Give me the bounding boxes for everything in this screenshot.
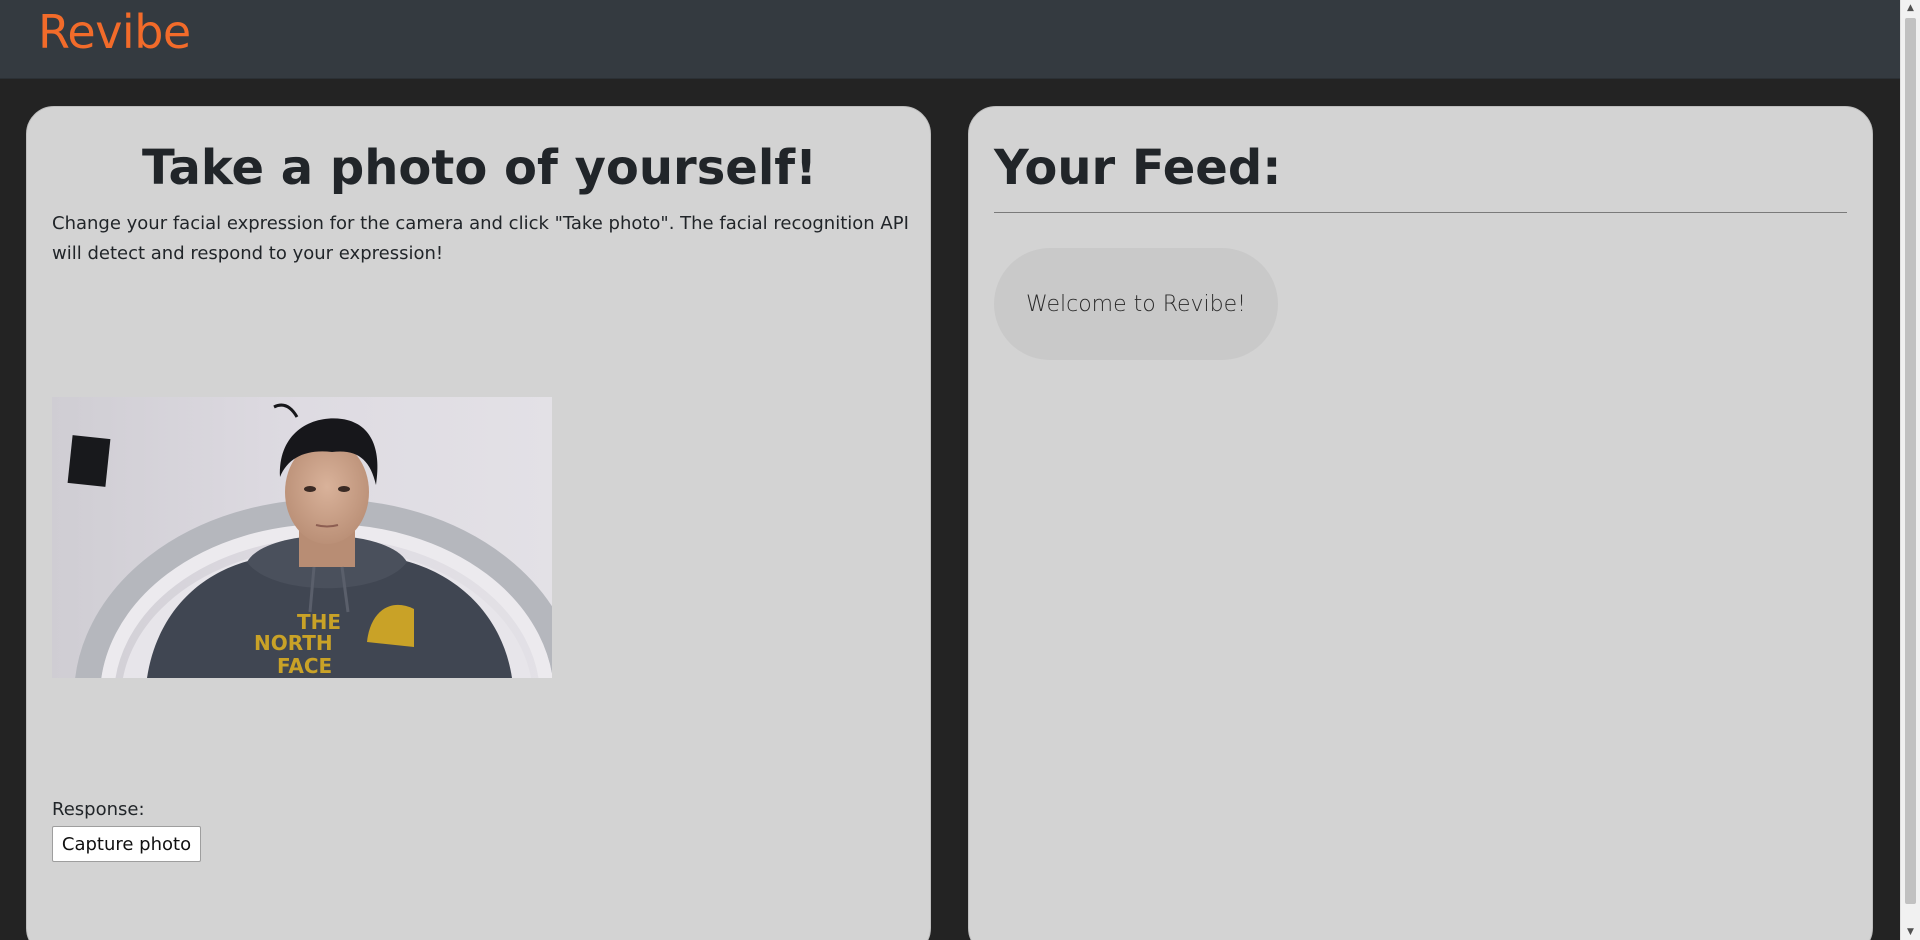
captured-photo-image: THE NORTH FACE xyxy=(52,397,552,678)
chevron-down-icon[interactable]: ▼ xyxy=(1901,924,1920,940)
photo-instructions: Change your facial expression for the ca… xyxy=(52,213,909,264)
chevron-up-icon[interactable]: ▲ xyxy=(1901,0,1920,16)
camera-photo: THE NORTH FACE xyxy=(52,397,552,678)
feed-title: Your Feed: xyxy=(994,140,1282,196)
feed-item-text: Welcome to Revibe! xyxy=(1026,291,1246,317)
scrollbar-thumb[interactable] xyxy=(1905,18,1916,904)
app-viewport: Revibe Take a photo of yourself! Change … xyxy=(0,0,1920,940)
top-navbar: Revibe xyxy=(0,0,1900,79)
capture-photo-button[interactable]: Capture photo xyxy=(52,826,201,862)
svg-text:NORTH: NORTH xyxy=(254,631,333,655)
feed-item: Welcome to Revibe! xyxy=(994,248,1278,360)
feed-panel: Your Feed: Welcome to Revibe! xyxy=(968,106,1873,940)
feed-divider xyxy=(994,212,1847,213)
photo-panel: Take a photo of yourself! Change your fa… xyxy=(26,106,931,940)
page-scrollbar[interactable]: ▲ ▼ xyxy=(1900,0,1920,940)
svg-text:FACE: FACE xyxy=(277,654,332,678)
brand-logo[interactable]: Revibe xyxy=(38,2,191,62)
photo-panel-title: Take a photo of yourself! xyxy=(141,140,818,196)
response-label: Response: xyxy=(52,799,145,820)
